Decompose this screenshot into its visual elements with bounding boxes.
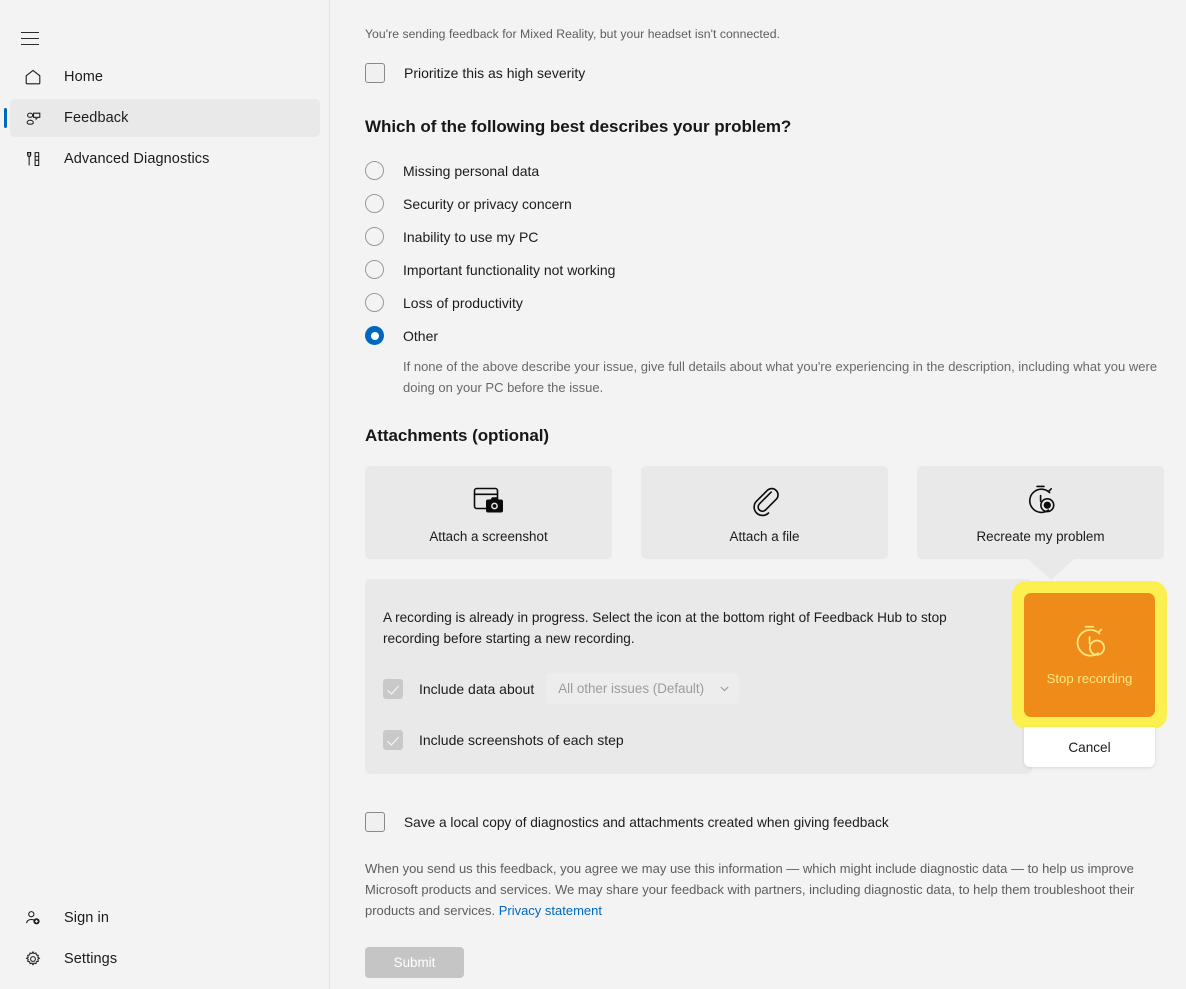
stop-recording-button[interactable]: Stop recording — [1024, 593, 1155, 717]
radio-circle-icon — [365, 194, 384, 213]
tile-label: Recreate my problem — [976, 529, 1105, 544]
attachment-tiles: Attach a screenshot Attach a file Recrea… — [365, 466, 1185, 559]
checkbox-box-checked — [383, 730, 403, 750]
data-about-dropdown[interactable]: All other issues (Default) — [546, 673, 740, 704]
radio-option-inability-to-use-my-pc[interactable]: Inability to use my PC — [365, 220, 1185, 253]
checkbox-box — [365, 63, 385, 83]
radio-circle-selected-icon — [365, 326, 384, 345]
cancel-label: Cancel — [1068, 739, 1111, 755]
other-option-hint: If none of the above describe your issue… — [403, 359, 1158, 395]
radio-circle-icon — [365, 161, 384, 180]
sidebar-item-sign-in[interactable]: Sign in — [10, 899, 320, 937]
stop-label-line2: recording — [1077, 671, 1133, 686]
include-data-about-row: Include data about All other issues (Def… — [383, 673, 1006, 704]
callout-pointer — [1028, 559, 1074, 580]
radio-option-other[interactable]: Other — [365, 319, 1185, 352]
tile-label: Attach a file — [729, 529, 800, 544]
sidebar-item-label: Feedback — [64, 110, 129, 126]
stop-recording-label: Stop recording — [1047, 670, 1133, 687]
sidebar-item-settings[interactable]: Settings — [10, 940, 320, 978]
attach-a-screenshot-button[interactable]: Attach a screenshot — [365, 466, 612, 559]
checkbox-label: Include screenshots of each step — [419, 732, 624, 748]
dropdown-value: All other issues (Default) — [558, 681, 705, 696]
radio-option-loss-of-productivity[interactable]: Loss of productivity — [365, 286, 1185, 319]
paperclip-icon — [749, 481, 781, 521]
include-screenshots-checkbox[interactable]: Include screenshots of each step — [383, 730, 624, 750]
headset-notice: You're sending feedback for Mixed Realit… — [365, 27, 780, 41]
sidebar-item-label: Sign in — [64, 910, 110, 926]
sidebar-item-label: Advanced Diagnostics — [64, 151, 210, 167]
hamburger-menu-button[interactable] — [10, 20, 50, 56]
attach-a-file-button[interactable]: Attach a file — [641, 466, 888, 559]
person-add-icon — [22, 907, 44, 929]
sidebar-item-label: Settings — [64, 951, 118, 967]
recreate-my-problem-button[interactable]: Recreate my problem — [917, 466, 1164, 559]
recording-panel: A recording is already in progress. Sele… — [365, 579, 1032, 774]
radio-label: Important functionality not working — [403, 261, 616, 278]
hamburger-icon — [21, 31, 39, 45]
radio-label: Other — [403, 327, 439, 344]
include-data-about-checkbox[interactable]: Include data about — [383, 678, 535, 699]
submit-button[interactable]: Submit — [365, 947, 464, 978]
screenshot-icon — [470, 481, 507, 521]
feedback-hub-window: Home Feedback Advanced Diagnostics Sign … — [0, 0, 1186, 989]
checkbox-box — [365, 812, 385, 832]
feedback-form: You're sending feedback for Mixed Realit… — [365, 0, 1185, 978]
sidebar-bottom-list: Sign in Settings — [10, 899, 320, 981]
radio-label: Inability to use my PC — [403, 228, 539, 245]
feedback-icon — [22, 107, 44, 129]
cancel-button[interactable]: Cancel — [1024, 727, 1155, 767]
prioritize-high-severity-checkbox[interactable]: Prioritize this as high severity — [365, 63, 1185, 83]
checkbox-label: Include data about — [419, 680, 535, 697]
radio-option-security-or-privacy-concern[interactable]: Security or privacy concern — [365, 187, 1185, 220]
checkbox-label: Save a local copy of diagnostics and att… — [404, 814, 889, 830]
checkbox-box-checked — [383, 678, 403, 699]
legal-text: When you send us this feedback, you agre… — [365, 861, 1135, 918]
radio-option-missing-personal-data[interactable]: Missing personal data — [365, 154, 1185, 187]
sidebar-item-advanced-diagnostics[interactable]: Advanced Diagnostics — [10, 140, 320, 178]
stop-label-line1: Stop — [1046, 671, 1074, 686]
diagnostics-icon — [22, 148, 44, 170]
home-icon — [22, 66, 44, 88]
main-content: You're sending feedback for Mixed Realit… — [330, 0, 1186, 989]
checkbox-label: Prioritize this as high severity — [404, 65, 586, 81]
radio-circle-icon — [365, 293, 384, 312]
tile-label: Attach a screenshot — [429, 529, 548, 544]
stopwatch-record-icon — [1023, 481, 1059, 521]
sidebar-item-home[interactable]: Home — [10, 58, 320, 96]
sidebar-item-feedback[interactable]: Feedback — [4, 99, 320, 137]
recording-section: A recording is already in progress. Sele… — [365, 559, 1167, 774]
problem-heading: Which of the following best describes yo… — [365, 117, 792, 136]
radio-label: Loss of productivity — [403, 294, 523, 311]
save-local-copy-checkbox[interactable]: Save a local copy of diagnostics and att… — [365, 812, 1185, 832]
radio-circle-icon — [365, 227, 384, 246]
problem-radio-group: Missing personal data Security or privac… — [365, 154, 1185, 398]
include-screenshots-row: Include screenshots of each step — [383, 730, 1006, 750]
gear-icon — [22, 948, 44, 970]
sidebar: Home Feedback Advanced Diagnostics Sign … — [0, 0, 330, 989]
attachments-heading: Attachments (optional) — [365, 426, 550, 445]
stop-recording-highlight-ring: Stop recording — [1012, 581, 1167, 729]
sidebar-nav-list: Home Feedback Advanced Diagnostics — [4, 58, 320, 181]
radio-label: Security or privacy concern — [403, 195, 572, 212]
radio-label: Missing personal data — [403, 162, 540, 179]
chevron-down-icon — [719, 683, 730, 694]
radio-option-important-functionality-not-working[interactable]: Important functionality not working — [365, 253, 1185, 286]
privacy-statement-link[interactable]: Privacy statement — [499, 903, 602, 918]
sidebar-item-label: Home — [64, 69, 104, 85]
recording-in-progress-message: A recording is already in progress. Sele… — [383, 610, 947, 646]
legal-disclaimer: When you send us this feedback, you agre… — [365, 858, 1135, 921]
stopwatch-record-icon — [1070, 623, 1110, 663]
stop-recording-group: Stop recording Cancel — [1012, 581, 1167, 767]
radio-circle-icon — [365, 260, 384, 279]
